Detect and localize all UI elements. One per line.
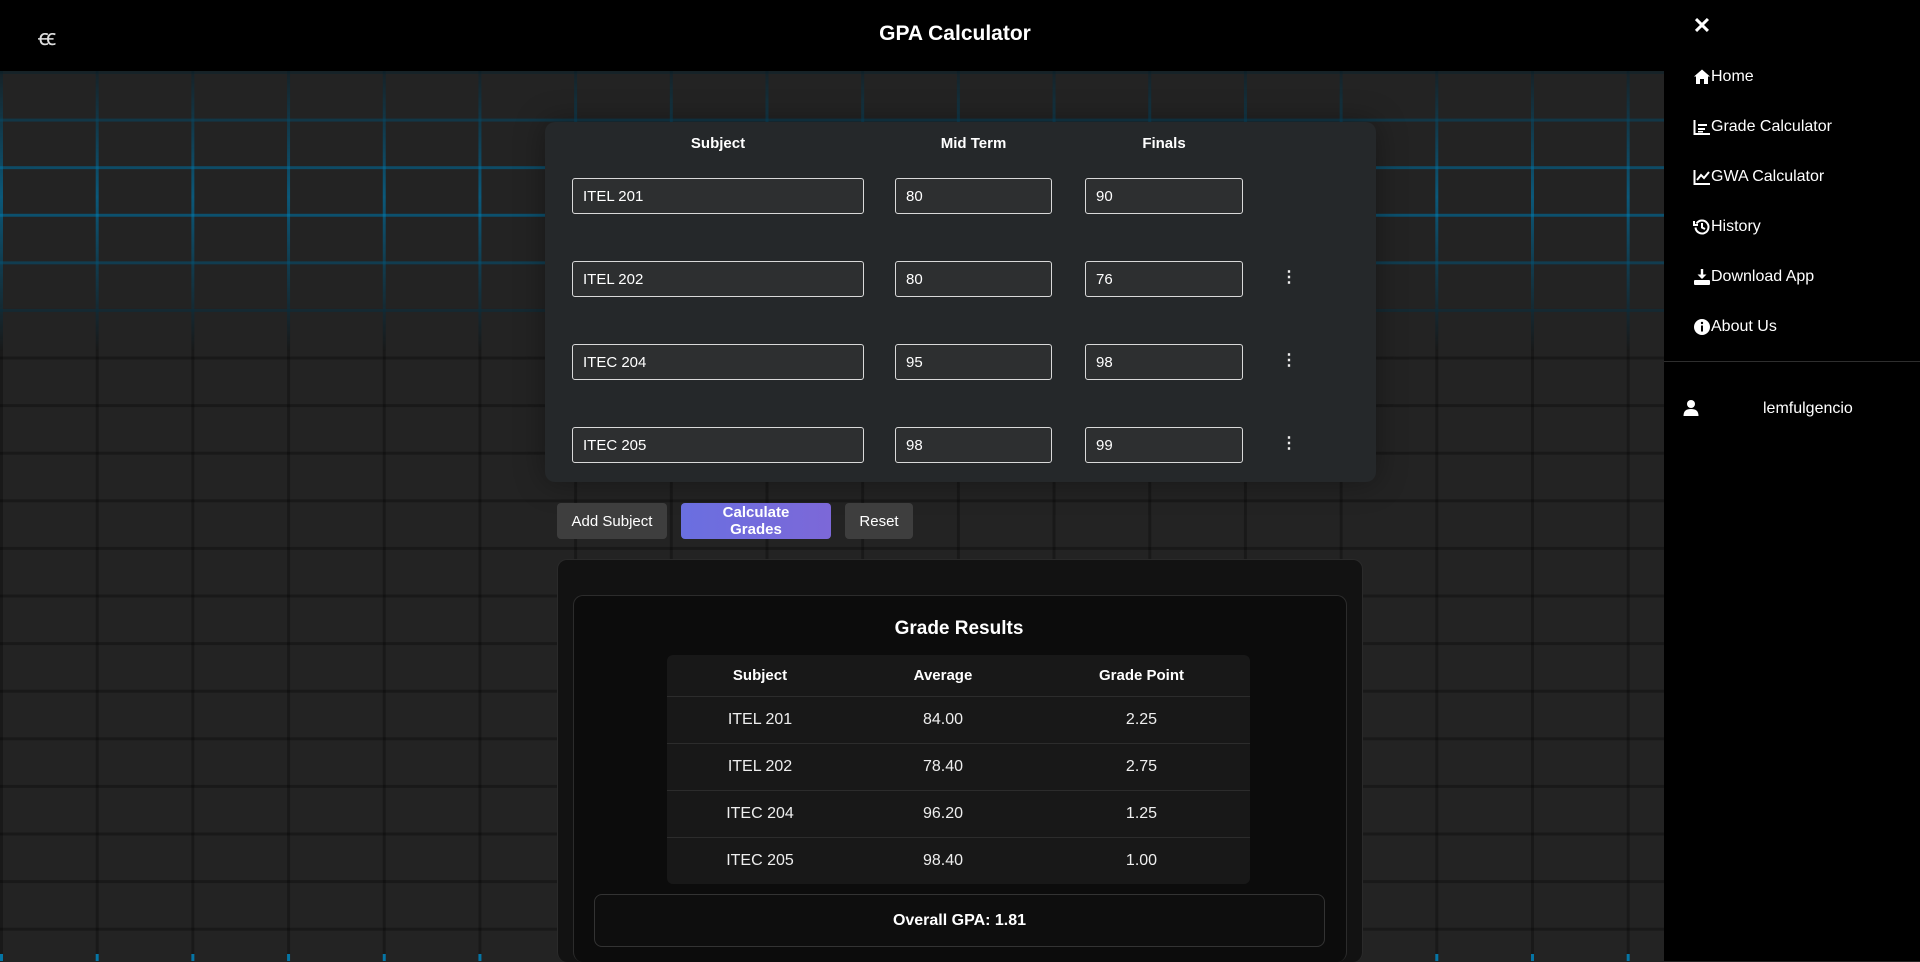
table-header-row: Subject Average Grade Point	[667, 655, 1250, 697]
table-header-subject: Subject	[732, 667, 788, 684]
side-drawer	[1664, 0, 1920, 961]
user-icon	[1682, 399, 1700, 422]
nav-item-download-app[interactable]: Download App	[1693, 264, 1814, 290]
overall-gpa: Overall GPA: 1.81	[594, 894, 1325, 947]
username: lemfulgencio	[1763, 400, 1853, 417]
row-options-icon[interactable]: ⋮	[1281, 434, 1297, 454]
info-icon	[1693, 318, 1711, 336]
cell-grade-point: 2.25	[1125, 711, 1158, 728]
midterm-input[interactable]	[895, 427, 1052, 463]
home-icon	[1693, 68, 1711, 86]
results-title: Grade Results	[894, 618, 1024, 639]
reset-button[interactable]: Reset	[845, 503, 913, 539]
page-title: GPA Calculator	[879, 22, 1031, 45]
finals-input[interactable]	[1085, 344, 1243, 380]
row-options-icon[interactable]: ⋮	[1281, 268, 1297, 288]
midterm-input[interactable]	[895, 178, 1052, 214]
subject-input[interactable]	[572, 261, 864, 297]
bar-chart-icon	[1693, 118, 1711, 136]
table-header-grade-point: Grade Point	[1098, 667, 1184, 684]
download-icon	[1693, 268, 1711, 286]
row-options-icon[interactable]: ⋮	[1281, 351, 1297, 371]
cell-subject: ITEC 204	[726, 805, 794, 822]
column-header-subject: Subject	[690, 135, 746, 152]
nav-item-grade-calculator[interactable]: Grade Calculator	[1693, 114, 1832, 140]
cell-subject: ITEL 202	[727, 758, 793, 775]
table-row: ITEL 201 84.00 2.25	[667, 697, 1250, 744]
cell-average: 84.00	[922, 711, 964, 728]
nav-label-home: Home	[1711, 68, 1754, 85]
cell-grade-point: 1.25	[1125, 805, 1158, 822]
cell-grade-point: 2.75	[1125, 758, 1158, 775]
results-table: Subject Average Grade Point ITEL 201 84.…	[667, 655, 1250, 884]
table-row: ITEC 205 98.40 1.00	[667, 838, 1250, 884]
nav-item-history[interactable]: History	[1693, 214, 1761, 240]
table-row: ITEL 202 78.40 2.75	[667, 744, 1250, 791]
column-header-midterm: Mid Term	[940, 135, 1007, 152]
column-header-finals: Finals	[1142, 135, 1186, 152]
subject-input[interactable]	[572, 178, 864, 214]
nav-label-download-app: Download App	[1711, 268, 1815, 285]
nav-item-home[interactable]: Home	[1693, 64, 1754, 90]
cell-subject: ITEL 201	[727, 711, 793, 728]
subject-input[interactable]	[572, 344, 864, 380]
nav-item-gwa-calculator[interactable]: GWA Calculator	[1693, 164, 1824, 190]
finals-input[interactable]	[1085, 261, 1243, 297]
finals-input[interactable]	[1085, 178, 1243, 214]
cell-average: 78.40	[922, 758, 964, 775]
cell-average: 98.40	[922, 852, 964, 869]
close-icon[interactable]: ✕	[1692, 14, 1712, 38]
nav-label-grade-calculator: Grade Calculator	[1711, 118, 1832, 135]
drawer-divider	[1664, 361, 1920, 362]
add-subject-button[interactable]: Add Subject	[557, 503, 667, 539]
midterm-input[interactable]	[895, 261, 1052, 297]
table-row: ITEC 204 96.20 1.25	[667, 791, 1250, 838]
history-icon	[1693, 218, 1711, 236]
cell-subject: ITEC 205	[726, 852, 794, 869]
calculate-grades-button[interactable]: Calculate Grades	[681, 503, 831, 539]
subject-input[interactable]	[572, 427, 864, 463]
nav-label-about-us: About Us	[1711, 318, 1777, 335]
nav-label-history: History	[1711, 218, 1761, 235]
cell-average: 96.20	[922, 805, 964, 822]
line-chart-icon	[1693, 168, 1711, 186]
midterm-input[interactable]	[895, 344, 1052, 380]
nav-item-about-us[interactable]: About Us	[1693, 314, 1777, 340]
nav-label-gwa-calculator: GWA Calculator	[1711, 168, 1825, 185]
cell-grade-point: 1.00	[1125, 852, 1158, 869]
table-header-average: Average	[913, 667, 973, 684]
finals-input[interactable]	[1085, 427, 1243, 463]
